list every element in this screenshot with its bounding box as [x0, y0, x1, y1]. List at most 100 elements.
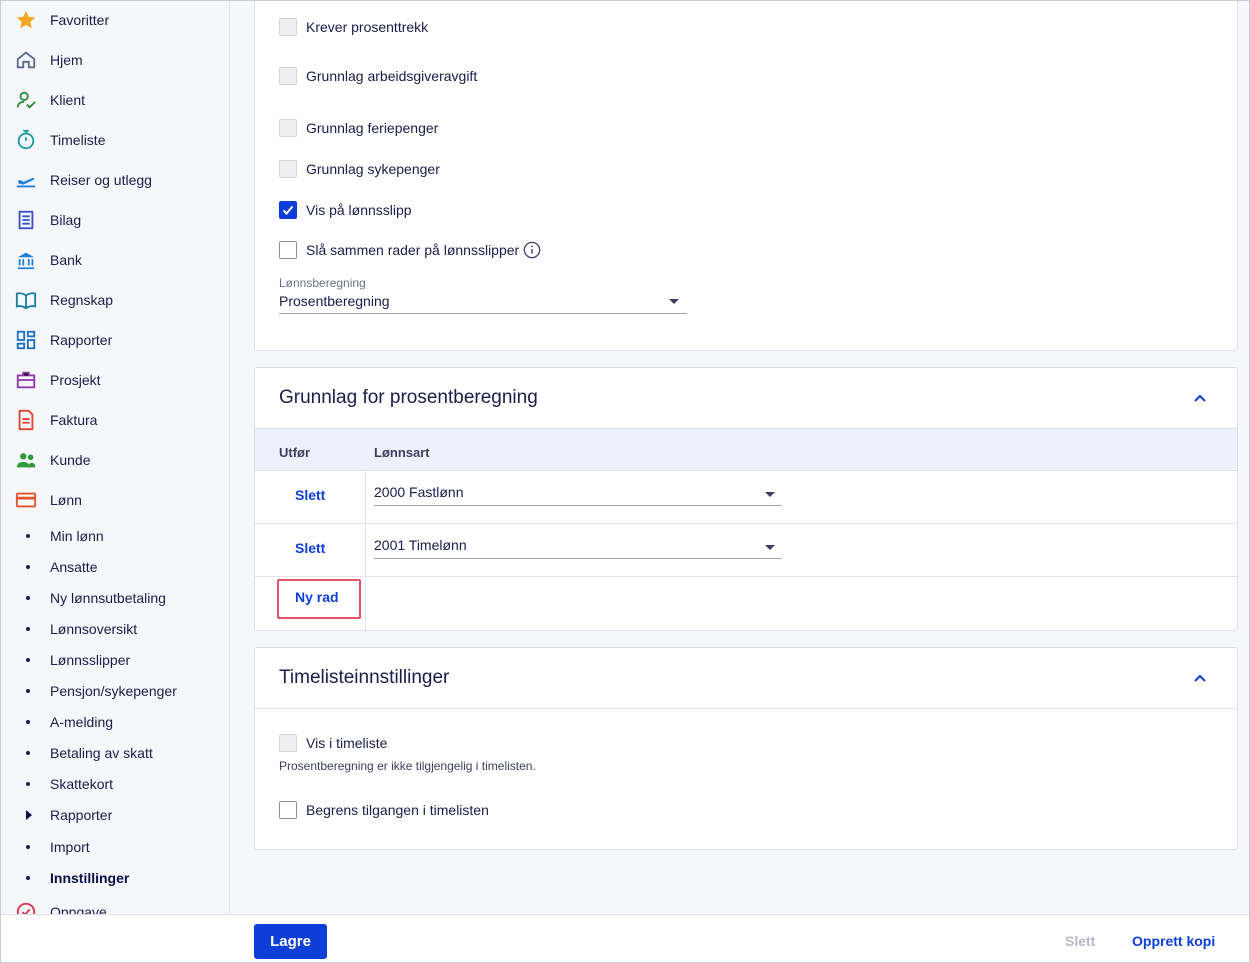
sidebar-item-favoritter[interactable]: Favoritter [0, 2, 229, 38]
collapse-chevron-icon[interactable] [1193, 671, 1207, 685]
sidebar-subitem-a-melding[interactable]: A-melding [0, 708, 229, 736]
sidebar-item-reiser[interactable]: Reiser og utlegg [0, 162, 229, 198]
sidebar-subitem-lonnsslipper[interactable]: Lønnsslipper [0, 646, 229, 674]
sidebar-subitem-lonnsoversikt[interactable]: Lønnsoversikt [0, 615, 229, 643]
bullet-icon [26, 596, 30, 600]
sidebar-item-label: Hjem [50, 52, 83, 68]
sidebar-subitem-skattekort[interactable]: Skattekort [0, 770, 229, 798]
sidebar-item-oppgave[interactable]: Oppgave [0, 894, 229, 914]
sidebar-item-label: Reiser og utlegg [50, 172, 152, 188]
bullet-icon [26, 689, 30, 693]
new-row-button[interactable]: Ny rad [295, 589, 339, 605]
column-divider [365, 524, 366, 576]
sidebar-item-label: Kunde [50, 452, 91, 468]
checkbox-begrens-tilgangen[interactable] [279, 801, 297, 819]
sidebar-item-prosjekt[interactable]: Prosjekt [0, 362, 229, 398]
column-header-lonnsart: Lønnsart [374, 445, 430, 460]
checkbox-vis-i-timeliste[interactable] [279, 734, 297, 752]
checkbox-label: Begrens tilgangen i timelisten [306, 802, 489, 818]
sidebar-item-bilag[interactable]: Bilag [0, 202, 229, 238]
customers-icon [14, 448, 38, 472]
table-row: Slett 2000 Fastlønn [255, 471, 1237, 524]
select-value: 2000 Fastlønn [374, 484, 464, 500]
sidebar-item-hjem[interactable]: Hjem [0, 42, 229, 78]
checkbox-vis-pa-lonnsslipp[interactable] [279, 201, 297, 219]
bullet-icon [26, 565, 30, 569]
checkbox-label: Grunnlag arbeidsgiveravgift [306, 68, 478, 84]
table-row: Slett 2001 Timelønn [255, 524, 1237, 577]
bullet-icon [26, 751, 30, 755]
checkbox-label: Grunnlag feriepenger [306, 120, 439, 136]
create-copy-button[interactable]: Opprett kopi [1132, 933, 1215, 949]
checkbox-row[interactable]: Slå sammen rader på lønnsslipper [279, 239, 541, 261]
delete-button[interactable]: Slett [1065, 933, 1095, 949]
sidebar-subitem-ny-lonnsutbetaling[interactable]: Ny lønnsutbetaling [0, 584, 229, 612]
checkbox-row[interactable]: Vis i timeliste [279, 732, 387, 754]
section-divider [255, 708, 1237, 709]
sidebar-item-label: Bilag [50, 212, 82, 228]
timesheet-settings-card: Timelisteinnstillinger Vis i timeliste P… [254, 647, 1238, 850]
info-icon[interactable] [523, 241, 541, 259]
wage-type-select[interactable]: 2001 Timelønn [374, 534, 782, 559]
checkbox-row[interactable]: Grunnlag arbeidsgiveravgift [279, 65, 477, 87]
checkbox-grunnlag-arbeidsgiveravgift[interactable] [279, 67, 297, 85]
lonnsberegning-select[interactable]: Lønnsberegning Prosentberegning [279, 276, 687, 314]
column-divider [365, 471, 366, 523]
checkbox-row[interactable]: Krever prosenttrekk [279, 16, 428, 38]
sidebar-subitem-label: Lønnsslipper [50, 652, 131, 668]
checkbox-sla-sammen-rader[interactable] [279, 241, 297, 259]
sidebar-subitem-ansatte[interactable]: Ansatte [0, 553, 229, 581]
select-value: 2001 Timelønn [374, 537, 467, 553]
checkbox-grunnlag-sykepenger[interactable] [279, 160, 297, 178]
checkbox-row[interactable]: Vis på lønnsslipp [279, 199, 412, 221]
save-button[interactable]: Lagre [254, 924, 327, 959]
task-icon [14, 900, 38, 914]
sidebar-subitem-label: Ansatte [50, 559, 98, 575]
checkmark-icon [282, 205, 294, 215]
sidebar-subitem-label: Ny lønnsutbetaling [50, 590, 166, 606]
dropdown-caret-icon [765, 545, 775, 550]
checkbox-row[interactable]: Grunnlag sykepenger [279, 158, 440, 180]
sidebar-item-label: Oppgave [50, 904, 107, 914]
sidebar-subitem-label: Min lønn [50, 528, 104, 544]
checkbox-label: Vis på lønnsslipp [306, 202, 412, 218]
sidebar: Favoritter Hjem Klient Timeliste Reiser … [0, 0, 230, 914]
checkbox-grunnlag-feriepenger[interactable] [279, 119, 297, 137]
sidebar-item-label: Regnskap [50, 292, 114, 308]
delete-row-button[interactable]: Slett [295, 540, 325, 556]
dashboard-icon [14, 328, 38, 352]
sidebar-item-label: Prosjekt [50, 372, 101, 388]
sidebar-item-rapporter[interactable]: Rapporter [0, 322, 229, 358]
sidebar-item-faktura[interactable]: Faktura [0, 402, 229, 438]
checkbox-row[interactable]: Grunnlag feriepenger [279, 117, 438, 139]
sidebar-subitem-betaling-av-skatt[interactable]: Betaling av skatt [0, 739, 229, 767]
bullet-icon [26, 658, 30, 662]
collapse-chevron-icon[interactable] [1193, 391, 1207, 405]
sidebar-subitem-label: Betaling av skatt [50, 745, 153, 761]
wage-type-select[interactable]: 2000 Fastlønn [374, 481, 782, 506]
sidebar-item-label: Klient [50, 92, 86, 108]
sidebar-item-klient[interactable]: Klient [0, 82, 229, 118]
delete-row-button[interactable]: Slett [295, 487, 325, 503]
sidebar-subitem-label: Innstillinger [50, 870, 130, 886]
sidebar-item-regnskap[interactable]: Regnskap [0, 282, 229, 318]
wage-type-settings-card: Krever prosenttrekk Grunnlag arbeidsgive… [254, 0, 1238, 351]
checkbox-label: Slå sammen rader på lønnsslipper [306, 242, 520, 258]
sidebar-subitem-pensjon[interactable]: Pensjon/sykepenger [0, 677, 229, 705]
sidebar-subitem-import[interactable]: Import [0, 833, 229, 861]
checkbox-krever-prosenttrekk[interactable] [279, 18, 297, 36]
sidebar-item-lonn[interactable]: Lønn [0, 482, 229, 518]
sidebar-item-bank[interactable]: Bank [0, 242, 229, 278]
table-row-new: Ny rad [255, 577, 1237, 630]
sidebar-subitem-min-lonn[interactable]: Min lønn [0, 522, 229, 550]
bullet-icon [26, 627, 30, 631]
sidebar-subitem-innstillinger[interactable]: Innstillinger [0, 864, 229, 892]
sidebar-subitem-rapporter[interactable]: Rapporter [0, 801, 229, 829]
client-icon [14, 88, 38, 112]
briefcase-icon [14, 368, 38, 392]
sidebar-item-kunde[interactable]: Kunde [0, 442, 229, 478]
sidebar-item-timeliste[interactable]: Timeliste [0, 122, 229, 158]
checkbox-row[interactable]: Begrens tilgangen i timelisten [279, 799, 489, 821]
sidebar-subitem-label: Import [50, 839, 90, 855]
plane-icon [14, 168, 38, 192]
